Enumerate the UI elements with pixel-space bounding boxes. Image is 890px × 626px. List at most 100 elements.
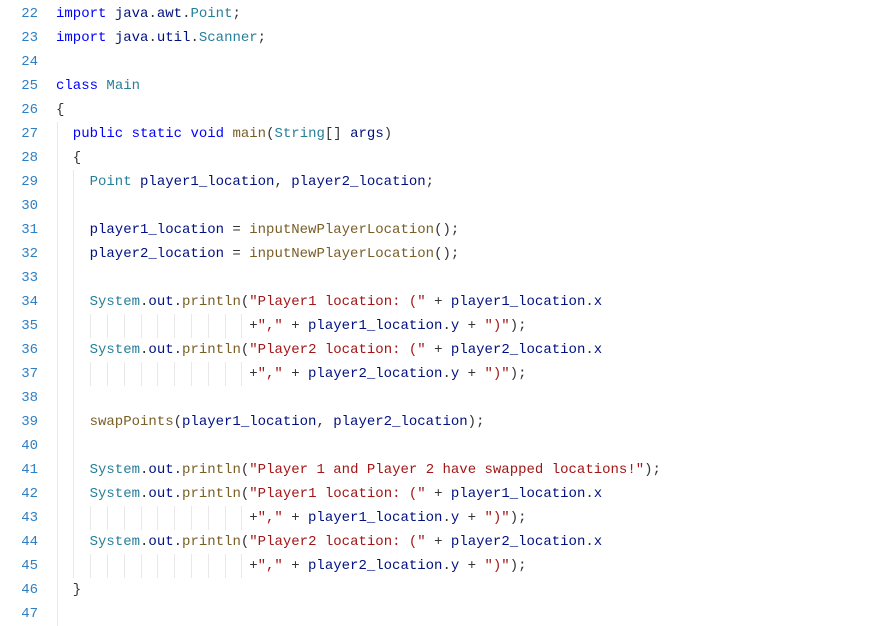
token-m: println xyxy=(182,534,241,550)
line-number: 33 xyxy=(0,266,38,290)
code-line[interactable]: +"," + player1_location.y + ")"); xyxy=(56,314,890,338)
token-s: "Player 1 and Player 2 have swapped loca… xyxy=(249,462,644,478)
token-p: + xyxy=(426,294,451,310)
token-id: x xyxy=(594,294,602,310)
indent-guide xyxy=(73,266,74,290)
indent-guide xyxy=(241,506,242,530)
token-id: player1_location xyxy=(90,222,224,238)
code-line[interactable] xyxy=(56,434,890,458)
token-id: x xyxy=(594,486,602,502)
code-line[interactable]: swapPoints(player1_location, player2_loc… xyxy=(56,410,890,434)
token-p: + xyxy=(426,534,451,550)
code-line[interactable]: +"," + player2_location.y + ")"); xyxy=(56,554,890,578)
code-line[interactable] xyxy=(56,194,890,218)
indent-guide xyxy=(73,410,74,434)
token-t: Point xyxy=(90,174,132,190)
token-id: out xyxy=(148,294,173,310)
line-number: 44 xyxy=(0,530,38,554)
indent-guide xyxy=(57,578,58,602)
token-p: ); xyxy=(510,366,527,382)
indent-guide xyxy=(73,458,74,482)
code-line[interactable]: { xyxy=(56,98,890,122)
token-s: "," xyxy=(258,366,283,382)
indent-guide xyxy=(174,314,175,338)
code-line[interactable]: import java.util.Scanner; xyxy=(56,26,890,50)
indent-guide xyxy=(57,602,58,626)
code-line[interactable]: player1_location = inputNewPlayerLocatio… xyxy=(56,218,890,242)
token-p: ); xyxy=(468,414,485,430)
indent-guide xyxy=(73,242,74,266)
token-id: player1_location xyxy=(308,510,442,526)
indent-guide xyxy=(191,314,192,338)
indent xyxy=(56,314,249,338)
indent xyxy=(56,434,90,458)
indent-guide xyxy=(57,218,58,242)
code-line[interactable]: System.out.println("Player1 location: ("… xyxy=(56,482,890,506)
code-line[interactable]: public static void main(String[] args) xyxy=(56,122,890,146)
token-p: , xyxy=(316,414,333,430)
indent-guide xyxy=(208,506,209,530)
token-p: ( xyxy=(174,414,182,430)
token-m: inputNewPlayerLocation xyxy=(249,246,434,262)
token-p: + xyxy=(283,558,308,574)
indent-guide xyxy=(107,314,108,338)
indent-guide xyxy=(57,338,58,362)
token-p: + xyxy=(249,510,257,526)
indent-guide xyxy=(57,314,58,338)
token-p: . xyxy=(585,534,593,550)
indent-guide xyxy=(73,218,74,242)
indent-guide xyxy=(57,362,58,386)
token-t: System xyxy=(90,462,140,478)
token-p: , xyxy=(274,174,291,190)
indent xyxy=(56,410,90,434)
code-line[interactable]: { xyxy=(56,146,890,170)
indent-guide xyxy=(57,386,58,410)
code-line[interactable]: System.out.println("Player2 location: ("… xyxy=(56,338,890,362)
indent-guide xyxy=(73,506,74,530)
indent-guide xyxy=(73,362,74,386)
code-line[interactable]: Point player1_location, player2_location… xyxy=(56,170,890,194)
token-id: y xyxy=(451,366,459,382)
token-t: String xyxy=(274,126,324,142)
code-line[interactable]: System.out.println("Player 1 and Player … xyxy=(56,458,890,482)
code-line[interactable]: } xyxy=(56,578,890,602)
line-number: 47 xyxy=(0,602,38,626)
code-line[interactable]: +"," + player1_location.y + ")"); xyxy=(56,506,890,530)
indent-guide xyxy=(57,122,58,146)
token-p: ( xyxy=(241,486,249,502)
line-number: 36 xyxy=(0,338,38,362)
token-p: [] xyxy=(325,126,350,142)
line-number-gutter: 2223242526272829303132333435363738394041… xyxy=(0,0,56,622)
indent-guide xyxy=(73,194,74,218)
line-number: 41 xyxy=(0,458,38,482)
code-line[interactable]: import java.awt.Point; xyxy=(56,2,890,26)
indent-guide xyxy=(174,554,175,578)
indent-guide xyxy=(124,314,125,338)
token-p: } xyxy=(73,582,81,598)
token-id: java xyxy=(115,6,149,22)
token-p: + xyxy=(283,318,308,334)
line-number: 43 xyxy=(0,506,38,530)
token-p: { xyxy=(56,102,64,118)
code-line[interactable]: System.out.println("Player2 location: ("… xyxy=(56,530,890,554)
indent-guide xyxy=(107,362,108,386)
indent xyxy=(56,530,90,554)
indent-guide xyxy=(57,290,58,314)
code-line[interactable]: System.out.println("Player1 location: ("… xyxy=(56,290,890,314)
code-line[interactable] xyxy=(56,602,890,626)
code-line[interactable]: class Main xyxy=(56,74,890,98)
token-m: println xyxy=(182,342,241,358)
token-id: out xyxy=(148,534,173,550)
code-line[interactable] xyxy=(56,50,890,74)
code-line[interactable] xyxy=(56,386,890,410)
indent-guide xyxy=(174,362,175,386)
code-line[interactable] xyxy=(56,266,890,290)
token-m: swapPoints xyxy=(90,414,174,430)
code-line[interactable]: +"," + player2_location.y + ")"); xyxy=(56,362,890,386)
token-id: player2_location xyxy=(308,558,442,574)
code-line[interactable]: player2_location = inputNewPlayerLocatio… xyxy=(56,242,890,266)
token-id: player1_location xyxy=(182,414,316,430)
code-editor[interactable]: 2223242526272829303132333435363738394041… xyxy=(0,0,890,622)
indent xyxy=(56,482,90,506)
code-area[interactable]: import java.awt.Point;import java.util.S… xyxy=(56,0,890,622)
